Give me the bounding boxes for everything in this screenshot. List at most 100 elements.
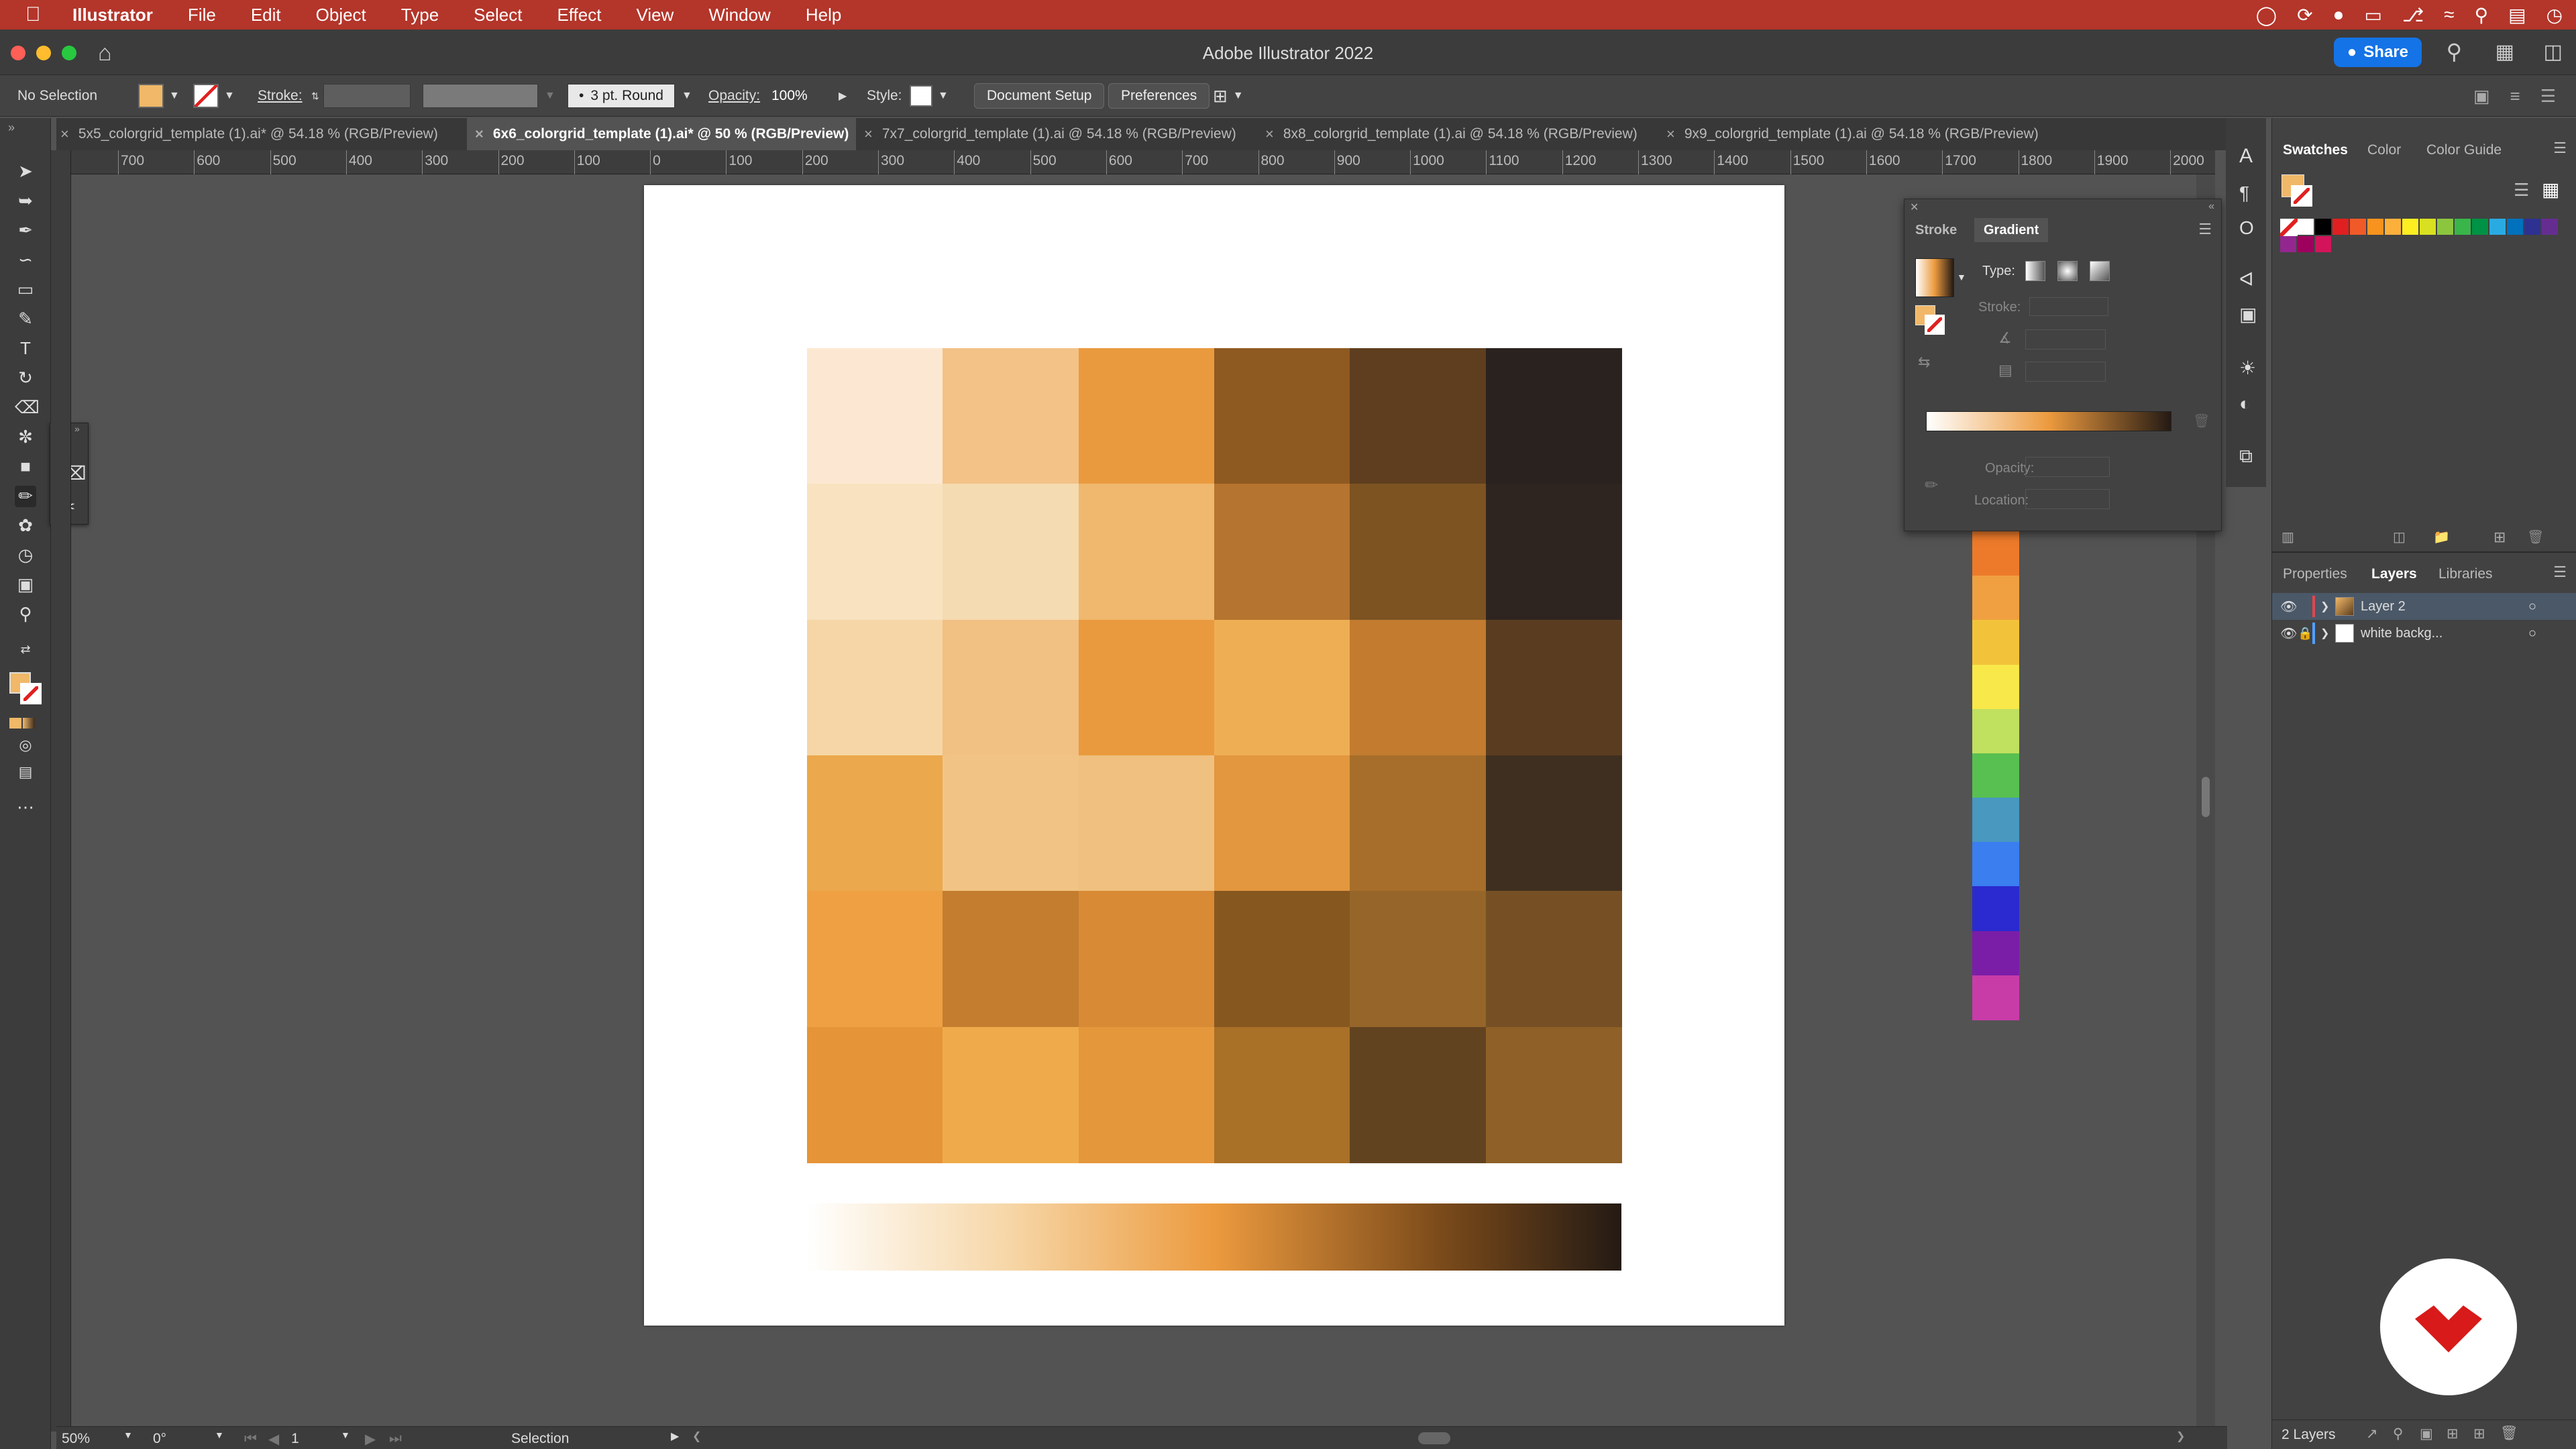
- menu-help[interactable]: Help: [806, 5, 841, 25]
- new-color-group-icon[interactable]: 📁: [2433, 529, 2450, 545]
- rotate-tool-icon[interactable]: ↻: [15, 368, 36, 389]
- swatch-grid[interactable]: [2280, 219, 2569, 266]
- menu-file[interactable]: File: [188, 5, 216, 25]
- align-icon[interactable]: ≡: [2510, 86, 2520, 107]
- color-grid[interactable]: [807, 348, 1622, 1163]
- layer-name[interactable]: Layer 2: [2361, 599, 2495, 614]
- freeform-gradient-icon[interactable]: [2090, 261, 2110, 281]
- apple-icon[interactable]: : [25, 3, 48, 26]
- color-cell[interactable]: [943, 1026, 1079, 1163]
- color-cell[interactable]: [1350, 619, 1487, 756]
- swatch[interactable]: [2280, 236, 2296, 252]
- display-icon[interactable]: ▭: [2364, 4, 2381, 26]
- layer-row[interactable]: 👁 🔒 ❯ white backg... ○: [2272, 620, 2576, 647]
- visibility-eye-icon[interactable]: 👁: [2280, 625, 2298, 642]
- locate-object-icon[interactable]: ⚲: [2393, 1426, 2403, 1442]
- swatch[interactable]: [2298, 219, 2314, 235]
- rectangle-tool-icon[interactable]: ▭: [15, 279, 36, 301]
- stroke-icon[interactable]: [1925, 315, 1945, 335]
- radial-gradient-icon[interactable]: [2057, 261, 2078, 281]
- cc-libraries-icon[interactable]: ▣: [2239, 303, 2257, 325]
- grid-view-icon[interactable]: ▦: [2542, 178, 2559, 201]
- search-icon[interactable]: ⚲: [2447, 39, 2462, 64]
- color-cell[interactable]: [1078, 619, 1215, 756]
- bluetooth-icon[interactable]: ⎇: [2402, 4, 2424, 26]
- preferences-button[interactable]: Preferences: [1108, 83, 1210, 109]
- more-tools-icon[interactable]: ⋯: [15, 797, 36, 818]
- spectrum-swatch[interactable]: [1972, 798, 2019, 843]
- chevron-down-icon[interactable]: ▼: [341, 1430, 350, 1440]
- artboard-nav-first-icon[interactable]: ⏮: [244, 1431, 257, 1447]
- gradient-slider[interactable]: [1926, 411, 2171, 431]
- document-setup-button[interactable]: Document Setup: [974, 83, 1105, 109]
- delete-swatch-icon[interactable]: 🗑: [2527, 529, 2544, 545]
- spectrum-swatch[interactable]: [1972, 842, 2019, 888]
- screen-mode-icon[interactable]: ▤: [15, 763, 36, 785]
- opacity-input[interactable]: 100%: [765, 84, 839, 108]
- tab-6x6-template[interactable]: × 6x6_colorgrid_template (1).ai* @ 50 % …: [467, 118, 856, 150]
- horizontal-scrollbar-thumb[interactable]: [1418, 1432, 1450, 1444]
- color-cell[interactable]: [1350, 755, 1487, 892]
- direct-selection-tool-icon[interactable]: ➥: [15, 191, 36, 212]
- tab-color-guide[interactable]: Color Guide: [2426, 134, 2502, 166]
- selection-tool-icon[interactable]: ➤: [15, 161, 36, 182]
- tab-7x7-template[interactable]: × 7x7_colorgrid_template (1).ai @ 54.18 …: [856, 118, 1257, 150]
- swatch[interactable]: [2367, 219, 2383, 235]
- location-field[interactable]: [2025, 489, 2110, 509]
- tab-stroke[interactable]: Stroke: [1915, 218, 1957, 242]
- tab-gradient[interactable]: Gradient: [1974, 218, 2049, 242]
- opacity-field[interactable]: 100% ▶: [765, 83, 847, 109]
- swatch[interactable]: [2350, 219, 2366, 235]
- spectrum-swatch[interactable]: [1972, 531, 2019, 576]
- panel-menu-icon[interactable]: ☰: [2198, 221, 2212, 238]
- color-cell[interactable]: [943, 484, 1079, 621]
- gradient-bar[interactable]: [807, 1203, 1621, 1271]
- brush-field[interactable]: • 3 pt. Round: [568, 84, 675, 108]
- swatch[interactable]: [2420, 219, 2436, 235]
- spectrum-swatch-strip[interactable]: [1972, 531, 2019, 1020]
- swatch[interactable]: [2332, 219, 2349, 235]
- artboard-nav-last-icon[interactable]: ⏭: [389, 1431, 402, 1447]
- panel-menu-icon[interactable]: ☰: [2540, 86, 2556, 107]
- curvature-tool-icon[interactable]: ∽: [15, 250, 36, 271]
- stroke-swatch-icon[interactable]: [2291, 185, 2312, 207]
- tab-8x8-template[interactable]: × 8x8_colorgrid_template (1).ai @ 54.18 …: [1257, 118, 1658, 150]
- rotation-value[interactable]: 0°: [153, 1431, 166, 1447]
- artboards-panel-icon[interactable]: ⧉: [2239, 445, 2253, 468]
- color-cell[interactable]: [807, 619, 943, 756]
- brush-definition[interactable]: • 3 pt. Round ▼: [568, 83, 692, 109]
- opentype-panel-icon[interactable]: O: [2239, 217, 2254, 239]
- stroke-label[interactable]: Stroke:: [258, 83, 303, 109]
- panel-menu-icon[interactable]: ☰: [2553, 140, 2567, 157]
- color-cell[interactable]: [1485, 619, 1622, 756]
- color-cell[interactable]: [943, 619, 1079, 756]
- chevron-right-icon[interactable]: ▶: [839, 89, 847, 103]
- color-cell[interactable]: [1214, 484, 1350, 621]
- swatch[interactable]: [2298, 236, 2314, 252]
- stroke-color-icon[interactable]: [20, 683, 42, 704]
- spotlight-search-icon[interactable]: ⚲: [2475, 4, 2489, 26]
- menu-edit[interactable]: Edit: [251, 5, 281, 25]
- stroke-color-swatch[interactable]: ▼: [193, 83, 235, 109]
- color-cell[interactable]: [1485, 484, 1622, 621]
- expand-arrow-icon[interactable]: ❯: [2320, 627, 2335, 640]
- swatch-libraries-icon[interactable]: ▥: [2282, 529, 2294, 545]
- color-cell[interactable]: [1214, 891, 1350, 1028]
- swatch-options-icon[interactable]: ◫: [2393, 529, 2406, 545]
- spectrum-swatch[interactable]: [1972, 886, 2019, 932]
- expand-toolbar-icon[interactable]: »: [8, 121, 15, 135]
- spectrum-swatch[interactable]: [1972, 753, 2019, 798]
- expand-arrow-icon[interactable]: ❯: [2320, 600, 2335, 613]
- opacity-field[interactable]: [2025, 457, 2110, 477]
- chevron-down-icon[interactable]: ▼: [123, 1430, 133, 1440]
- list-view-icon[interactable]: ☰: [2514, 180, 2529, 201]
- spectrum-swatch[interactable]: [1972, 975, 2019, 1020]
- swatch[interactable]: [2489, 219, 2506, 235]
- close-tab-icon[interactable]: ×: [864, 125, 873, 143]
- spectrum-swatch[interactable]: [1972, 576, 2019, 621]
- scrollbar-thumb[interactable]: [2202, 777, 2210, 817]
- type-tool-icon[interactable]: T: [15, 338, 36, 360]
- color-cell[interactable]: [1485, 891, 1622, 1028]
- color-cell[interactable]: [1350, 348, 1487, 484]
- angle-field[interactable]: [2025, 329, 2106, 350]
